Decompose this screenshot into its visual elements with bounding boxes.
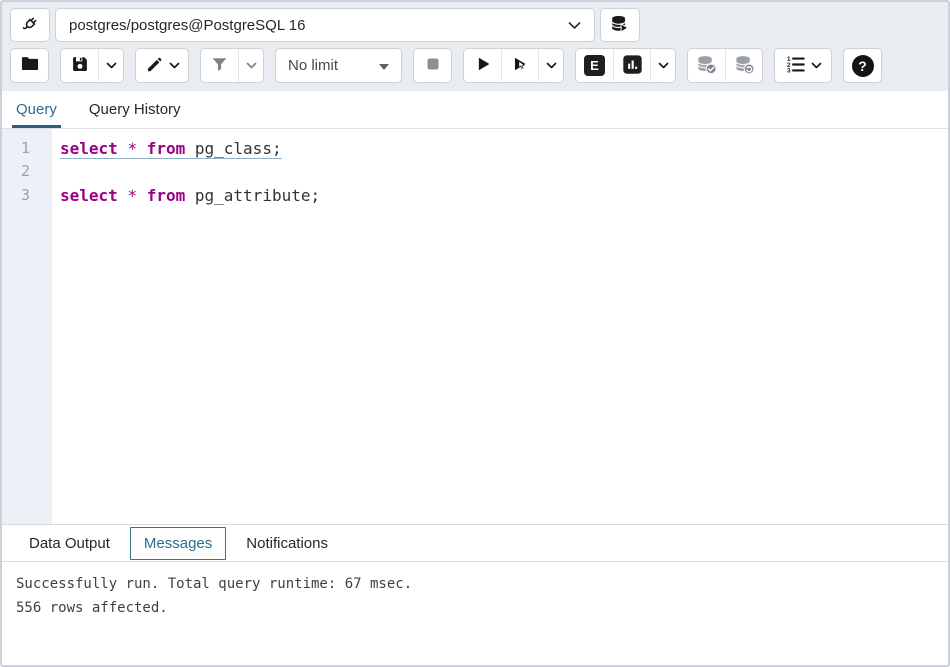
bar-chart-badge-icon <box>622 54 643 78</box>
line-number: 2 <box>2 160 52 183</box>
svg-text:3: 3 <box>787 67 791 74</box>
database-check-icon <box>695 53 718 79</box>
tab-query-history[interactable]: Query History <box>85 91 185 128</box>
stop-square-icon <box>422 53 444 78</box>
play-cursor-icon <box>509 53 531 78</box>
macros-button[interactable]: 123 <box>775 49 831 82</box>
code-line[interactable] <box>60 160 948 183</box>
message-line: 556 rows affected. <box>16 596 934 620</box>
messages-panel: Successfully run. Total query runtime: 6… <box>2 562 948 665</box>
new-connection-button[interactable] <box>600 8 640 42</box>
database-undo-icon <box>733 53 756 79</box>
funnel-icon <box>209 54 230 78</box>
chevron-down-icon <box>658 58 669 73</box>
query-tool-window: postgres/postgres@PostgreSQL 16 <box>0 0 950 667</box>
toolbar: No limit <box>2 45 948 91</box>
message-line: Successfully run. Total query runtime: 6… <box>16 572 934 596</box>
execute-button[interactable] <box>464 49 501 82</box>
plug-icon <box>19 13 41 38</box>
folder-icon <box>19 53 41 78</box>
filter-options-button[interactable] <box>238 49 263 82</box>
sql-editor[interactable]: 123 select * from pg_class;select * from… <box>2 129 948 524</box>
save-options-button[interactable] <box>98 49 123 82</box>
tab-messages[interactable]: Messages <box>130 527 226 560</box>
help-button[interactable]: ? <box>844 49 881 82</box>
letter-e-badge-icon: E <box>584 55 605 76</box>
database-arrow-icon <box>609 13 631 38</box>
editor-tabs: Query Query History <box>2 91 948 129</box>
chevron-down-icon <box>546 58 557 73</box>
tab-notifications[interactable]: Notifications <box>232 527 342 560</box>
line-number-gutter: 123 <box>2 129 52 524</box>
filter-button[interactable] <box>201 49 238 82</box>
caret-down-icon <box>379 57 389 74</box>
line-number: 1 <box>2 137 52 160</box>
chevron-down-icon <box>106 58 117 73</box>
connection-bar: postgres/postgres@PostgreSQL 16 <box>2 2 948 45</box>
save-button[interactable] <box>61 49 98 82</box>
chevron-down-icon <box>568 17 581 34</box>
connection-select[interactable]: postgres/postgres@PostgreSQL 16 <box>55 8 595 42</box>
row-limit-select[interactable]: No limit <box>275 48 402 83</box>
commit-button[interactable] <box>688 49 725 82</box>
execute-from-cursor-button[interactable] <box>501 49 538 82</box>
floppy-disk-icon <box>69 53 91 78</box>
line-number: 3 <box>2 184 52 207</box>
chevron-down-icon <box>246 58 257 73</box>
code-line[interactable]: select * from pg_attribute; <box>60 184 948 207</box>
output-tabs: Data OutputMessagesNotifications <box>2 524 948 562</box>
stop-button[interactable] <box>414 49 451 82</box>
rollback-button[interactable] <box>725 49 762 82</box>
code-lines[interactable]: select * from pg_class;select * from pg_… <box>52 129 948 524</box>
numbered-list-icon: 123 <box>784 53 807 79</box>
explain-button[interactable]: E <box>576 49 613 82</box>
code-line[interactable]: select * from pg_class; <box>60 137 948 160</box>
pencil-icon <box>144 54 165 78</box>
execute-options-button[interactable] <box>538 49 563 82</box>
explain-options-button[interactable] <box>650 49 675 82</box>
play-icon <box>472 53 494 78</box>
connection-select-value: postgres/postgres@PostgreSQL 16 <box>69 17 305 34</box>
row-limit-value: No limit <box>288 57 338 74</box>
question-mark-icon: ? <box>852 55 874 77</box>
open-file-button[interactable] <box>11 49 48 82</box>
chevron-down-icon <box>811 58 822 73</box>
edit-button[interactable] <box>136 49 188 82</box>
chevron-down-icon <box>169 58 180 73</box>
tab-query[interactable]: Query <box>12 91 61 128</box>
connection-status-button[interactable] <box>10 8 50 42</box>
tab-data-output[interactable]: Data Output <box>15 527 124 560</box>
explain-analyze-button[interactable] <box>613 49 650 82</box>
